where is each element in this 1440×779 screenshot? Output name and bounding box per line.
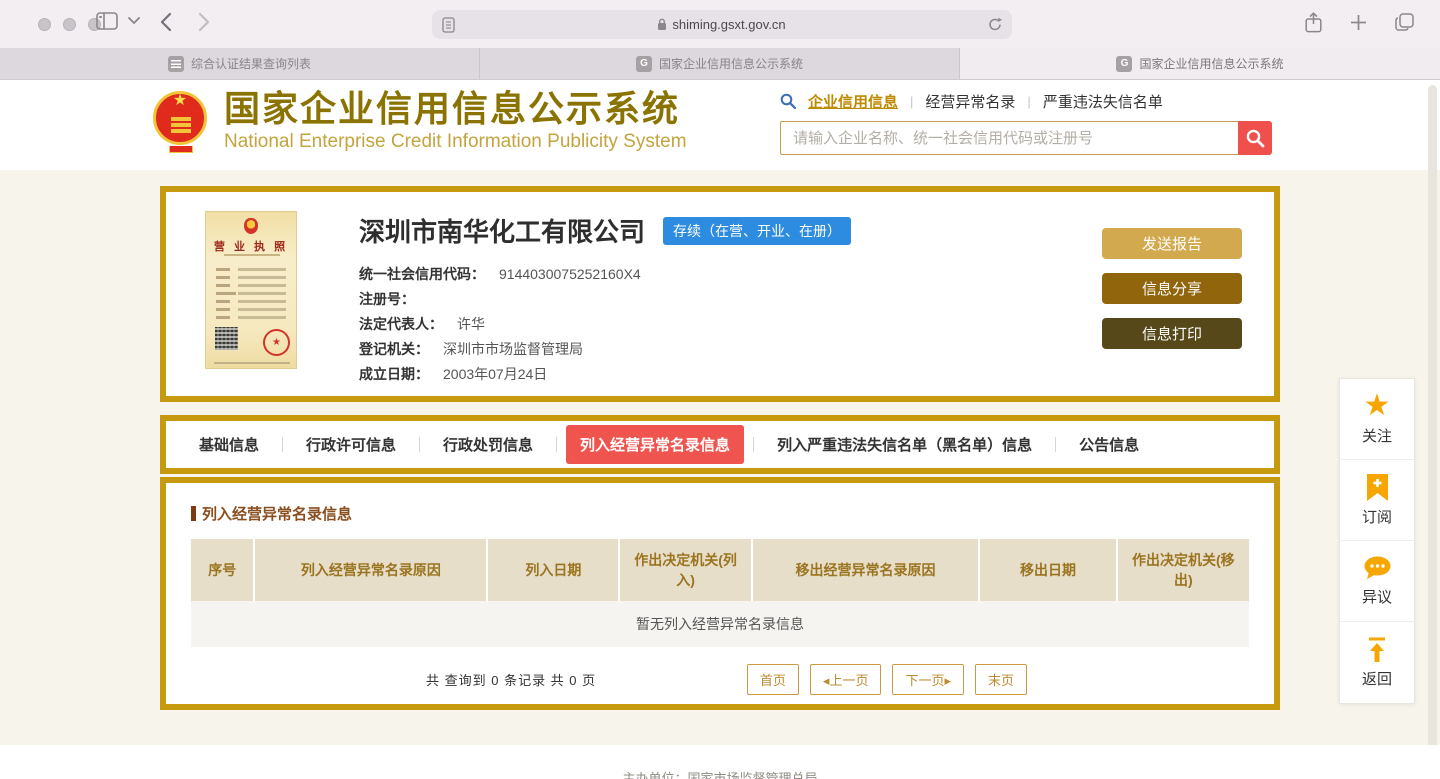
floating-action-widget: ★ 关注 订阅 异议 返回 bbox=[1339, 378, 1415, 704]
reload-icon[interactable] bbox=[988, 17, 1002, 32]
col-remove-date: 移出日期 bbox=[979, 539, 1118, 601]
table-empty-row: 暂无列入经营异常名录信息 bbox=[191, 601, 1249, 647]
site-title: 国家企业信用信息公示系统 bbox=[224, 88, 681, 129]
browser-tab-bar: 综合认证结果查询列表 G 国家企业信用信息公示系统 G 国家企业信用信息公示系统 bbox=[0, 48, 1440, 80]
col-remove-reason: 移出经营异常名录原因 bbox=[751, 539, 981, 601]
last-page-button[interactable]: 末页 bbox=[974, 664, 1027, 695]
send-report-button[interactable]: 发送报告 bbox=[1102, 228, 1242, 259]
license-emblem-icon bbox=[244, 218, 258, 234]
enterprise-search-input[interactable] bbox=[780, 121, 1238, 155]
pagination: 共 查询到 0 条记录 共 0 页 首页 ◂上一页 下一页▸ 末页 bbox=[191, 664, 1249, 695]
window-controls bbox=[38, 18, 101, 31]
col-seq: 序号 bbox=[191, 539, 256, 601]
company-status-badge: 存续（在营、开业、在册） bbox=[663, 216, 852, 245]
tab-admin-license[interactable]: 行政许可信息 bbox=[292, 425, 410, 464]
info-share-button[interactable]: 信息分享 bbox=[1102, 273, 1242, 304]
web-page: ★ 国家企业信用信息公示系统 National Enterprise Credi… bbox=[0, 81, 1440, 779]
sidebar-toggle-icon[interactable] bbox=[96, 12, 118, 30]
abnormal-operation-table: 序号 列入经营异常名录原因 列入日期 作出决定机关(列入) 移出经营异常名录原因… bbox=[191, 539, 1249, 647]
browser-tab-2[interactable]: G 国家企业信用信息公示系统 bbox=[480, 48, 960, 79]
tab-admin-penalty[interactable]: 行政处罚信息 bbox=[429, 425, 547, 464]
tab-serious-illegal[interactable]: 列入严重违法失信名单（黑名单）信息 bbox=[763, 425, 1046, 464]
nav-link-enterprise-credit[interactable]: 企业信用信息 bbox=[808, 91, 898, 112]
field-establish-date: 成立日期： 2003年07月24日 bbox=[359, 365, 548, 382]
abnormal-operation-panel: 列入经营异常名录信息 序号 列入经营异常名录原因 列入日期 作出决定机关(列入)… bbox=[160, 477, 1280, 710]
reader-view-icon[interactable] bbox=[442, 16, 455, 33]
tab-title: 综合认证结果查询列表 bbox=[190, 57, 311, 71]
tab-favicon-g-icon: G bbox=[1116, 55, 1133, 72]
section-tab-bar: 基础信息 行政许可信息 行政处罚信息 列入经营异常名录信息 列入严重违法失信名单… bbox=[160, 415, 1280, 474]
page-scrollbar[interactable] bbox=[1428, 85, 1437, 775]
tab-announcement[interactable]: 公告信息 bbox=[1065, 425, 1153, 464]
col-list-reason: 列入经营异常名录原因 bbox=[254, 539, 489, 601]
company-summary-card: 营 业 执 照 ★ 深圳市南华化工有限公司 存续（在营、开业、在册） 统一社会信… bbox=[160, 186, 1280, 402]
tab-favicon-list-icon bbox=[167, 55, 184, 72]
license-qr-code bbox=[215, 327, 238, 350]
bookmark-plus-icon bbox=[1365, 473, 1390, 501]
col-remove-authority: 作出决定机关(移出) bbox=[1116, 539, 1249, 601]
prev-page-button[interactable]: ◂上一页 bbox=[809, 664, 882, 695]
follow-button[interactable]: ★ 关注 bbox=[1340, 379, 1414, 460]
tls-lock-icon bbox=[657, 18, 667, 31]
empty-message: 暂无列入经营异常名录信息 bbox=[191, 601, 1249, 647]
col-list-authority: 作出决定机关(列入) bbox=[619, 539, 753, 601]
tab-abnormal-operation-active[interactable]: 列入经营异常名录信息 bbox=[566, 425, 745, 464]
first-page-button[interactable]: 首页 bbox=[746, 664, 799, 695]
search-scope-icon bbox=[780, 93, 796, 109]
minimize-window-button[interactable] bbox=[63, 18, 76, 31]
national-emblem-logo: ★ bbox=[152, 89, 210, 153]
next-page-button[interactable]: 下一页▸ bbox=[892, 664, 964, 695]
info-print-button[interactable]: 信息打印 bbox=[1102, 318, 1242, 349]
browser-tab-3-active[interactable]: G 国家企业信用信息公示系统 bbox=[960, 48, 1440, 79]
result-summary: 共 查询到 0 条记录 共 0 页 bbox=[426, 673, 597, 688]
tab-title: 国家企业信用信息公示系统 bbox=[1139, 57, 1284, 71]
nav-link-abnormal-list[interactable]: 经营异常名录 bbox=[925, 91, 1015, 112]
license-red-seal: ★ bbox=[263, 329, 290, 356]
table-header-row: 序号 列入经营异常名录原因 列入日期 作出决定机关(列入) 移出经营异常名录原因… bbox=[191, 539, 1249, 601]
address-bar[interactable]: shiming.gsxt.gov.cn bbox=[432, 10, 1012, 39]
browser-toolbar: shiming.gsxt.gov.cn bbox=[0, 0, 1440, 48]
site-footer: 主办单位：国家市场监督管理总局 bbox=[0, 745, 1440, 779]
share-icon[interactable] bbox=[1305, 12, 1322, 33]
footer-text: 主办单位：国家市场监督管理总局 bbox=[622, 771, 818, 779]
business-license-thumbnail[interactable]: 营 业 执 照 ★ bbox=[205, 211, 297, 369]
close-window-button[interactable] bbox=[38, 18, 51, 31]
title-marker bbox=[191, 506, 196, 521]
panel-title: 列入经营异常名录信息 bbox=[191, 503, 1249, 524]
search-button[interactable] bbox=[1238, 121, 1272, 155]
star-icon: ★ bbox=[1363, 389, 1391, 422]
chevron-down-icon[interactable] bbox=[128, 17, 140, 25]
browser-tab-1[interactable]: 综合认证结果查询列表 bbox=[0, 48, 480, 79]
tab-overview-icon[interactable] bbox=[1395, 13, 1414, 32]
back-to-top-icon bbox=[1365, 637, 1389, 663]
tab-favicon-g-icon: G bbox=[635, 55, 652, 72]
forward-button[interactable] bbox=[198, 12, 210, 32]
header-nav: 企业信用信息 | 经营异常名录 | 严重违法失信名单 bbox=[780, 90, 1272, 112]
url-text: shiming.gsxt.gov.cn bbox=[672, 17, 786, 32]
company-name: 深圳市南华化工有限公司 bbox=[359, 218, 646, 247]
tab-basic-info[interactable]: 基础信息 bbox=[185, 425, 273, 464]
back-to-top-button[interactable]: 返回 bbox=[1340, 622, 1414, 703]
tab-title: 国家企业信用信息公示系统 bbox=[658, 57, 803, 71]
new-tab-icon[interactable] bbox=[1350, 14, 1367, 31]
nav-link-illegal-list[interactable]: 严重违法失信名单 bbox=[1043, 91, 1163, 112]
search-icon bbox=[1245, 128, 1265, 148]
site-header: ★ 国家企业信用信息公示系统 National Enterprise Credi… bbox=[0, 81, 1440, 170]
chat-bubble-icon bbox=[1363, 556, 1392, 581]
dispute-button[interactable]: 异议 bbox=[1340, 541, 1414, 622]
license-title: 营 业 执 照 bbox=[213, 241, 289, 253]
site-subtitle: National Enterprise Credit Information P… bbox=[224, 131, 687, 152]
subscribe-button[interactable]: 订阅 bbox=[1340, 460, 1414, 541]
back-button[interactable] bbox=[160, 12, 172, 32]
col-list-date: 列入日期 bbox=[487, 539, 621, 601]
